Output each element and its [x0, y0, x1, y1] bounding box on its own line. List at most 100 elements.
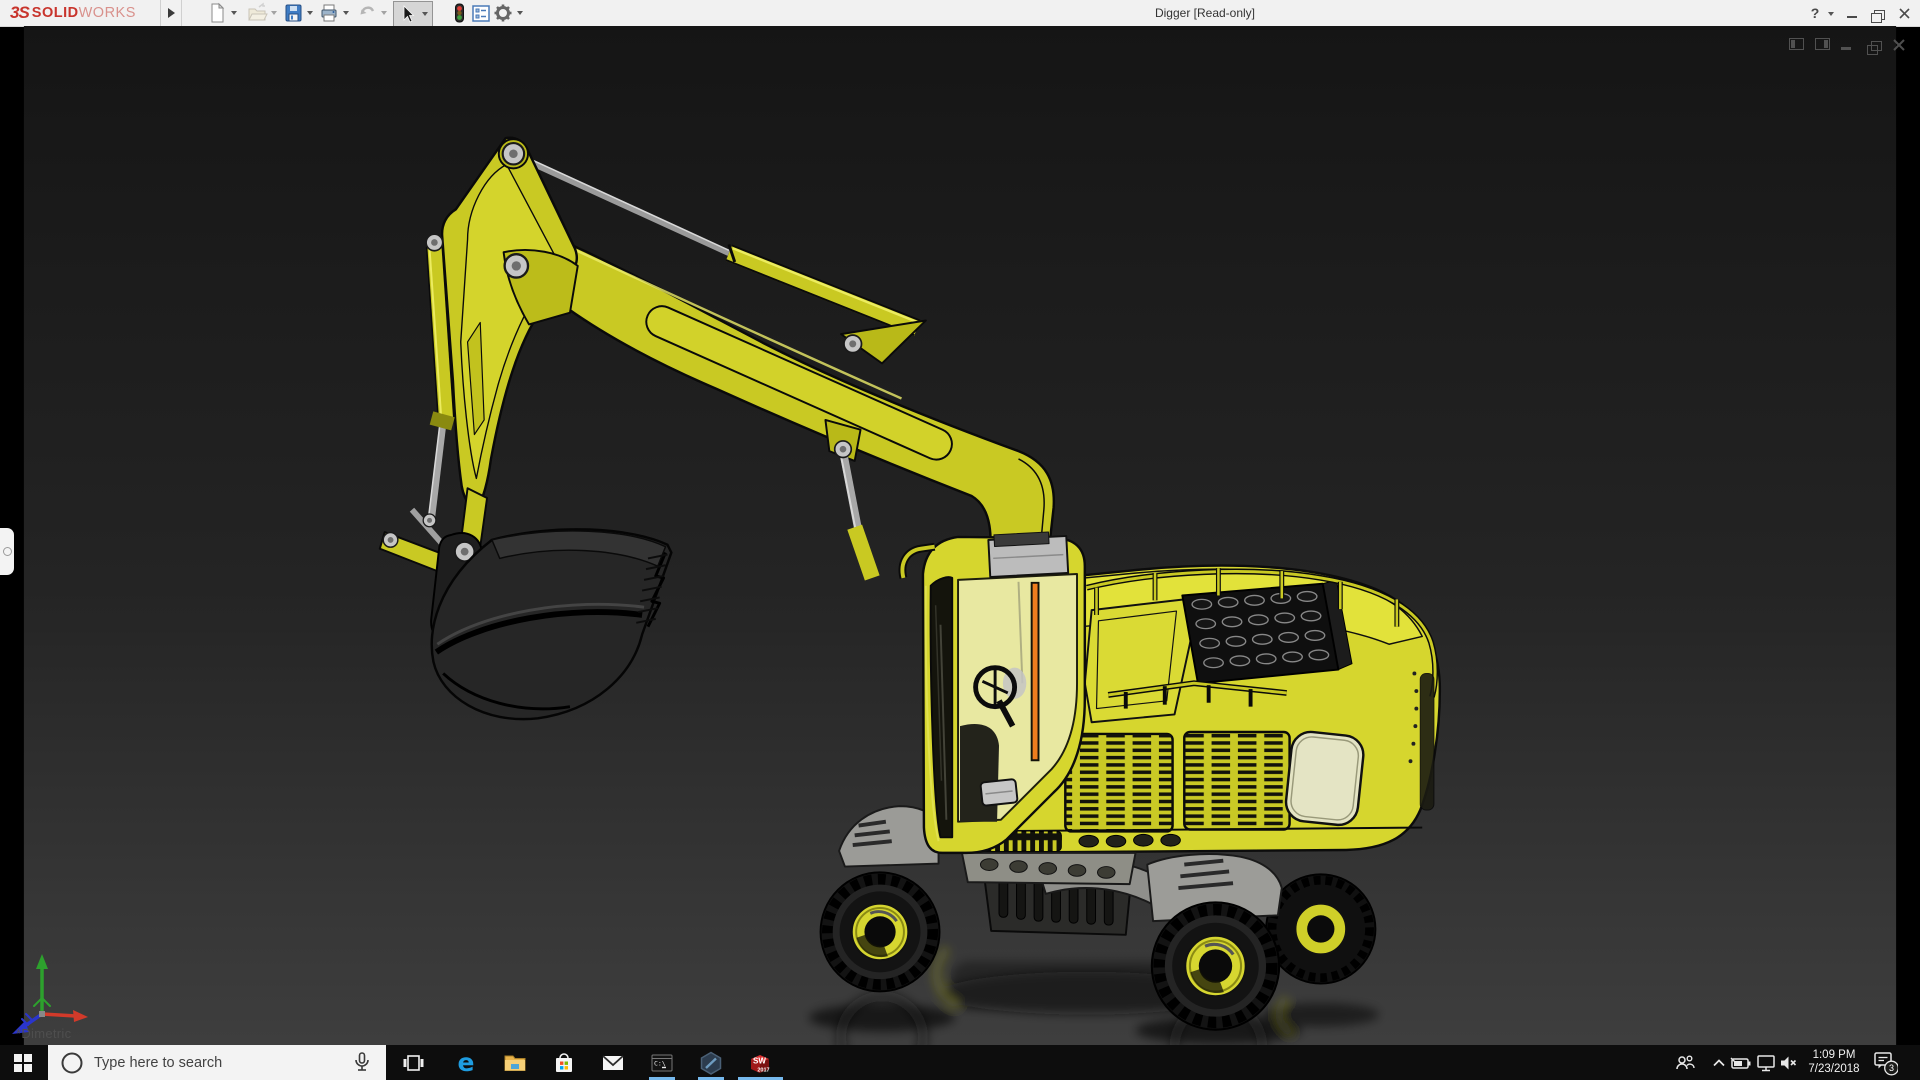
- help-caret[interactable]: [1828, 12, 1834, 16]
- display-pane-toggle-icon[interactable]: [1815, 38, 1832, 52]
- volume-button[interactable]: [1776, 1050, 1802, 1076]
- taskbar-app-hexagon[interactable]: [698, 1050, 724, 1076]
- solidworks-2017-icon: SW 2017: [751, 1055, 770, 1074]
- close-button[interactable]: [1894, 0, 1914, 26]
- taskbar-app-file-explorer[interactable]: [502, 1050, 528, 1076]
- restore-icon: [1870, 9, 1885, 23]
- mail-icon: [602, 1055, 624, 1070]
- windows-logo-icon: [14, 1054, 22, 1062]
- taskbar: Type here to search e C:\ SW 2017 1:09 P…: [0, 1045, 1920, 1080]
- select-tool-button[interactable]: [393, 1, 433, 27]
- file-properties-icon: [472, 5, 490, 22]
- title-bar: 3S SOLID WORKS Digger [Read-only] ?: [0, 0, 1920, 27]
- doc-restore-icon[interactable]: [1867, 38, 1884, 55]
- solidworks-logo: 3S SOLID WORKS: [10, 3, 136, 22]
- cursor-arrow-icon: [403, 5, 415, 23]
- side-window: [1284, 730, 1365, 827]
- people-button[interactable]: [1672, 1050, 1698, 1076]
- solidworks-logo-mark: 3S: [10, 3, 30, 22]
- microphone-icon[interactable]: [352, 1051, 372, 1075]
- front-right-wheel: [1152, 902, 1279, 1029]
- close-icon: [1898, 7, 1910, 19]
- new-document-caret[interactable]: [231, 11, 237, 15]
- clock[interactable]: 1:09 PM 7/23/2018: [1800, 1048, 1868, 1077]
- task-view-icon: [403, 1055, 424, 1071]
- doc-minimize-icon[interactable]: [1841, 38, 1858, 52]
- open-folder-icon: [248, 2, 268, 21]
- undo-arrow-icon: [360, 6, 375, 15]
- print-button[interactable]: [318, 2, 340, 24]
- battery-button[interactable]: [1728, 1050, 1754, 1076]
- store-icon: [556, 1053, 572, 1072]
- graphics-viewport[interactable]: *Dimetric: [0, 26, 1920, 1045]
- right-triangle-icon: [168, 8, 175, 18]
- clock-time: 1:09 PM: [1812, 1049, 1856, 1061]
- floppy-disk-icon: [285, 4, 302, 22]
- taskbar-app-store[interactable]: [551, 1050, 577, 1076]
- save-caret[interactable]: [307, 11, 313, 15]
- chevron-up-icon: [1713, 1059, 1725, 1067]
- cortana-icon: [61, 1052, 83, 1073]
- command-prompt-icon: C:\: [651, 1054, 673, 1072]
- printer-icon: [321, 4, 337, 22]
- document-window-controls: [1789, 38, 1910, 55]
- save-button[interactable]: [282, 2, 304, 24]
- open-document-button[interactable]: [246, 2, 268, 24]
- select-tool-caret[interactable]: [422, 12, 428, 16]
- new-document-button[interactable]: [206, 2, 228, 24]
- cab-roof-unit: [987, 531, 1070, 578]
- seat: [960, 723, 1000, 822]
- sw-label: SW: [753, 1057, 766, 1066]
- flyout-dot-icon: [3, 547, 12, 556]
- search-box[interactable]: Type here to search: [48, 1045, 386, 1080]
- options-caret[interactable]: [517, 11, 523, 15]
- undo-button[interactable]: [356, 2, 378, 24]
- traffic-light-icon: [455, 3, 464, 23]
- viewport-background[interactable]: [23, 26, 1897, 1045]
- undo-caret[interactable]: [381, 11, 387, 15]
- taskbar-app-command-prompt[interactable]: C:\: [649, 1050, 675, 1076]
- hexagon-app-icon: [700, 1051, 722, 1075]
- running-indicator-cmd: [649, 1077, 675, 1080]
- open-document-caret[interactable]: [271, 11, 277, 15]
- taskbar-app-mail[interactable]: [600, 1050, 626, 1076]
- notification-badge: 3: [1889, 1063, 1894, 1073]
- network-display-icon: [1757, 1055, 1775, 1072]
- file-explorer-icon: [504, 1055, 526, 1071]
- help-button[interactable]: ?: [1806, 0, 1824, 26]
- options-button[interactable]: [492, 2, 514, 24]
- restore-button[interactable]: [1868, 0, 1888, 26]
- action-center-button[interactable]: 3: [1872, 1050, 1898, 1076]
- featuremanager-toggle-icon[interactable]: [1789, 38, 1806, 52]
- action-center-icon: 3: [1874, 1052, 1898, 1076]
- speaker-muted-icon: [1781, 1056, 1797, 1070]
- cmd-label: C:\: [654, 1060, 666, 1068]
- edge-icon: e: [457, 1048, 475, 1077]
- minimize-icon: [1847, 16, 1857, 18]
- featuremanager-flyout-tab[interactable]: [0, 528, 14, 575]
- print-caret[interactable]: [343, 11, 349, 15]
- model-canvas[interactable]: [0, 26, 1920, 1045]
- menu-flyout-arrow[interactable]: [160, 0, 182, 26]
- taskbar-app-edge[interactable]: e: [453, 1050, 479, 1076]
- task-view-button[interactable]: [400, 1050, 426, 1076]
- doc-close-icon[interactable]: [1893, 38, 1910, 52]
- battery-charging-icon: [1730, 1057, 1751, 1069]
- document-title: Digger [Read-only]: [1154, 6, 1256, 20]
- running-indicator-solidworks: [738, 1077, 783, 1080]
- sw-year-label: 2017: [757, 1068, 769, 1074]
- people-icon: [1676, 1055, 1695, 1070]
- clock-date: 7/23/2018: [1808, 1063, 1860, 1075]
- start-button[interactable]: [14, 1054, 32, 1072]
- rear-right-wheel: [1265, 873, 1377, 985]
- search-input[interactable]: Type here to search: [94, 1055, 222, 1071]
- gear-icon: [494, 4, 512, 22]
- new-document-icon: [211, 2, 225, 23]
- taskbar-app-solidworks[interactable]: SW 2017: [747, 1050, 773, 1076]
- minimize-button[interactable]: [1842, 0, 1862, 26]
- running-indicator-hexagon: [698, 1077, 724, 1080]
- front-left-wheel: [821, 872, 940, 991]
- view-orientation-label: *Dimetric: [16, 1026, 72, 1041]
- rebuild-button[interactable]: [448, 2, 470, 24]
- file-properties-button[interactable]: [470, 2, 492, 24]
